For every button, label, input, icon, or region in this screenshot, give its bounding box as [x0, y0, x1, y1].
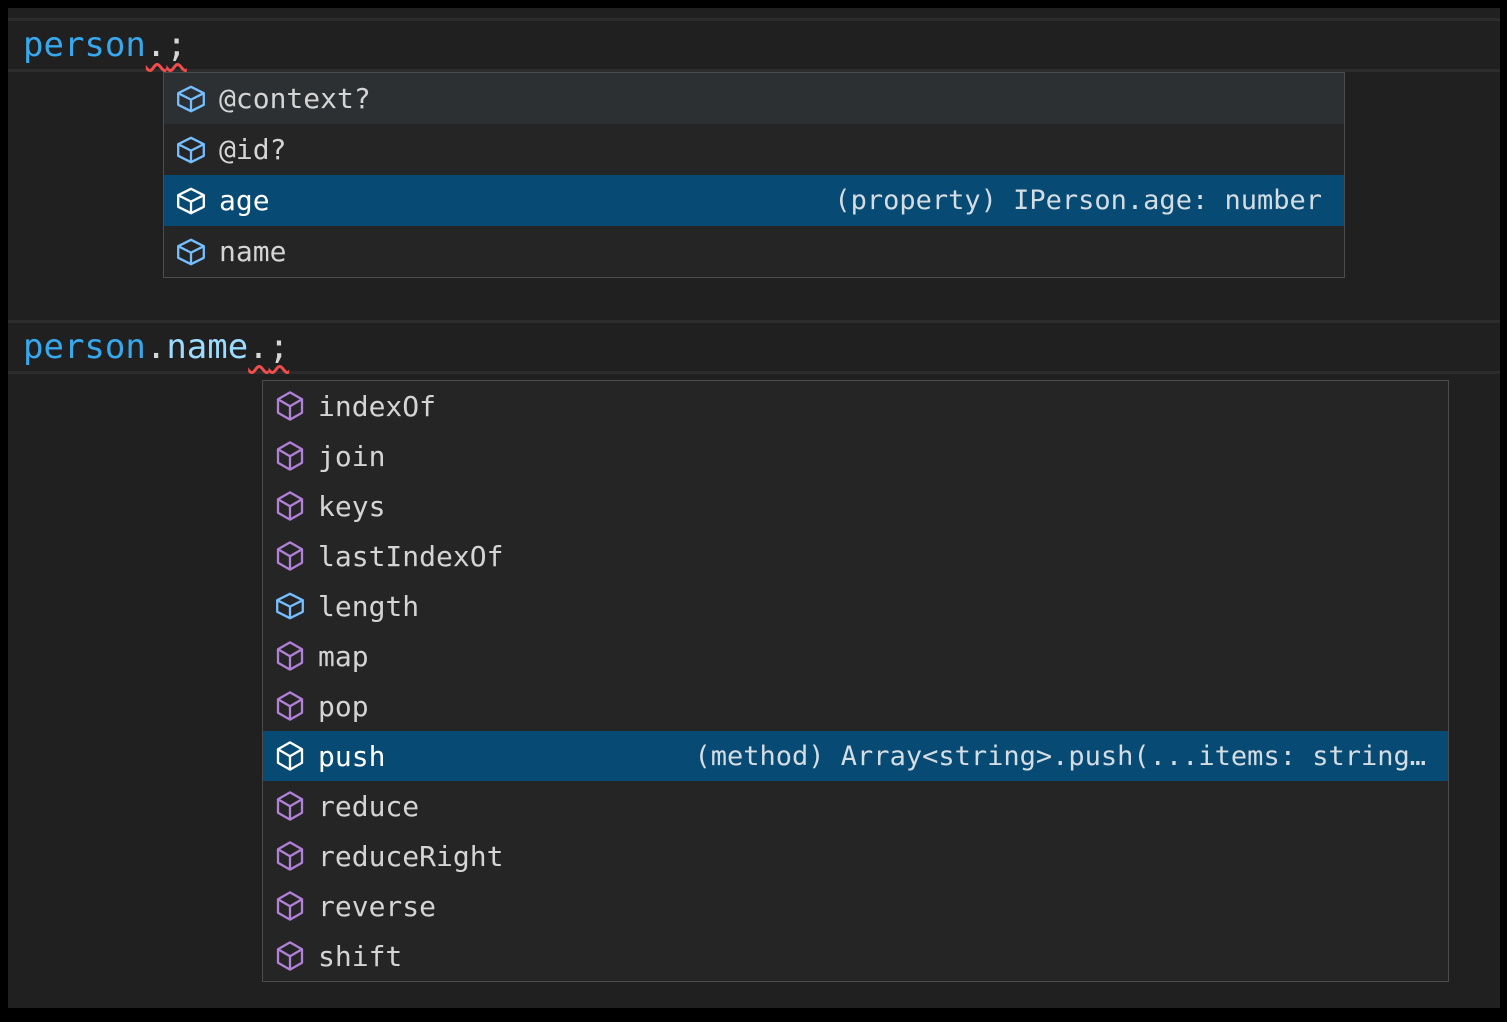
code-editor[interactable]: person.; @context? @id? age (property) I…: [8, 8, 1500, 1008]
suggestion-item-pop[interactable]: pop: [263, 681, 1448, 731]
code-token-person: person: [23, 327, 146, 367]
code-token-dot: .: [146, 327, 166, 367]
suggestion-detail: (property) IPerson.age: number: [834, 185, 1322, 216]
symbol-method-icon: [273, 689, 307, 723]
code-token-semicolon: ;: [166, 25, 186, 65]
code-token-person: person: [23, 25, 146, 65]
suggestion-item-reduceRight[interactable]: reduceRight: [263, 831, 1448, 881]
suggestion-item-id[interactable]: @id?: [164, 124, 1344, 175]
symbol-method-icon: [273, 739, 307, 773]
suggestion-item-lastIndexOf[interactable]: lastIndexOf: [263, 531, 1448, 581]
symbol-method-icon: [273, 939, 307, 973]
symbol-method-icon: [273, 639, 307, 673]
suggestion-detail: (method) Array<string>.push(...items: st…: [695, 741, 1427, 772]
suggestion-item-join[interactable]: join: [263, 431, 1448, 481]
suggestion-item-reduce[interactable]: reduce: [263, 781, 1448, 831]
code-token-dot: .: [248, 327, 268, 367]
suggestion-label: lastIndexOf: [318, 540, 503, 573]
symbol-method-icon: [273, 889, 307, 923]
suggestion-label: length: [318, 590, 419, 623]
intellisense-popup-person: @context? @id? age (property) IPerson.ag…: [163, 72, 1345, 278]
suggestion-item-map[interactable]: map: [263, 631, 1448, 681]
suggestion-item-context[interactable]: @context?: [164, 73, 1344, 124]
suggestion-label: name: [219, 235, 286, 268]
suggestion-label: push: [318, 740, 385, 773]
suggestion-label: keys: [318, 490, 385, 523]
suggestion-label: @context?: [219, 82, 371, 115]
suggestion-item-keys[interactable]: keys: [263, 481, 1448, 531]
symbol-field-icon: [273, 589, 307, 623]
code-line-person[interactable]: person.;: [8, 18, 1500, 72]
suggestion-item-push[interactable]: push (method) Array<string>.push(...item…: [263, 731, 1448, 781]
symbol-method-icon: [273, 389, 307, 423]
suggestion-item-name[interactable]: name: [164, 226, 1344, 277]
suggestion-label: age: [219, 184, 270, 217]
symbol-field-icon: [174, 235, 208, 269]
suggestion-label: pop: [318, 690, 369, 723]
code-line-person-name[interactable]: person.name.;: [8, 320, 1500, 374]
suggestion-label: map: [318, 640, 369, 673]
suggestion-label: shift: [318, 940, 402, 973]
suggestion-item-indexOf[interactable]: indexOf: [263, 381, 1448, 431]
suggestion-label: reverse: [318, 890, 436, 923]
suggestion-label: reduceRight: [318, 840, 503, 873]
symbol-field-icon: [174, 184, 208, 218]
symbol-method-icon: [273, 439, 307, 473]
symbol-field-icon: [174, 133, 208, 167]
suggestion-item-age[interactable]: age (property) IPerson.age: number: [164, 175, 1344, 226]
symbol-method-icon: [273, 489, 307, 523]
suggestion-label: reduce: [318, 790, 419, 823]
symbol-method-icon: [273, 789, 307, 823]
code-token-name: name: [166, 327, 248, 367]
intellisense-popup-string-members: indexOf join keys lastIndexOf length: [262, 380, 1449, 982]
code-token-semicolon: ;: [269, 327, 289, 367]
code-token-dot: .: [146, 25, 166, 65]
symbol-method-icon: [273, 539, 307, 573]
suggestion-item-shift[interactable]: shift: [263, 931, 1448, 981]
screenshot-frame: person.; @context? @id? age (property) I…: [0, 0, 1507, 1022]
suggestion-label: join: [318, 440, 385, 473]
symbol-method-icon: [273, 839, 307, 873]
symbol-field-icon: [174, 82, 208, 116]
suggestion-label: @id?: [219, 133, 286, 166]
suggestion-item-reverse[interactable]: reverse: [263, 881, 1448, 931]
suggestion-item-length[interactable]: length: [263, 581, 1448, 631]
suggestion-label: indexOf: [318, 390, 436, 423]
